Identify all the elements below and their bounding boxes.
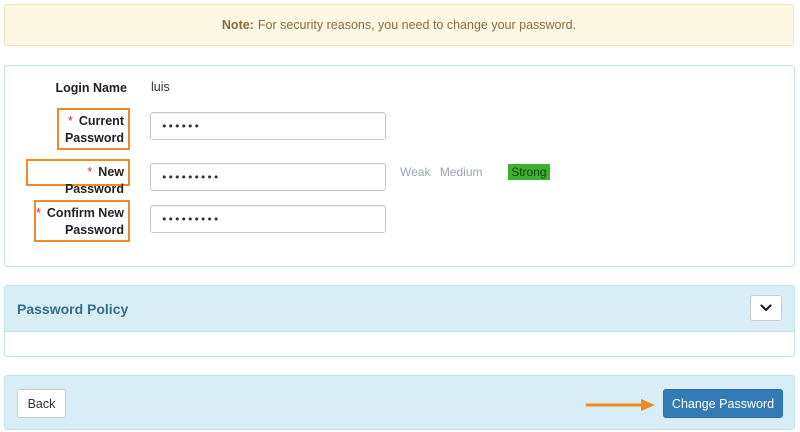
login-name-label: Login Name xyxy=(55,81,127,95)
required-marker: * xyxy=(87,165,93,179)
password-policy-header: Password Policy xyxy=(5,286,794,332)
strength-medium: Medium xyxy=(439,165,483,179)
strength-strong: Strong xyxy=(508,164,550,180)
chevron-down-icon xyxy=(760,304,772,312)
change-password-button[interactable]: Change Password xyxy=(663,389,783,418)
back-button[interactable]: Back xyxy=(17,389,66,418)
notice-prefix: Note: xyxy=(221,18,254,32)
strength-weak: Weak xyxy=(400,165,431,179)
change-password-form: Login Name luis *Current Password *New P… xyxy=(4,65,795,267)
password-strength-meter: Weak Medium Strong xyxy=(397,164,550,180)
current-password-input[interactable] xyxy=(150,112,386,140)
current-password-label: * Current Password xyxy=(57,108,130,150)
password-policy-panel: Password Policy xyxy=(4,285,795,357)
required-marker: * xyxy=(67,114,73,128)
new-password-input[interactable] xyxy=(150,163,386,191)
notice-text: For security reasons, you need to change… xyxy=(257,18,577,32)
form-footer: Back Change Password xyxy=(4,375,795,430)
confirm-password-label: * Confirm New Password xyxy=(34,200,130,242)
confirm-password-input[interactable] xyxy=(150,205,386,233)
arrow-right-icon xyxy=(585,399,655,411)
security-notice: Note: For security reasons, you need to … xyxy=(4,4,794,46)
required-marker: * xyxy=(36,206,41,220)
new-password-label: * New Password xyxy=(26,159,130,196)
policy-toggle-button[interactable] xyxy=(750,295,782,321)
login-name-value: luis xyxy=(151,80,170,94)
password-policy-title: Password Policy xyxy=(17,300,129,317)
